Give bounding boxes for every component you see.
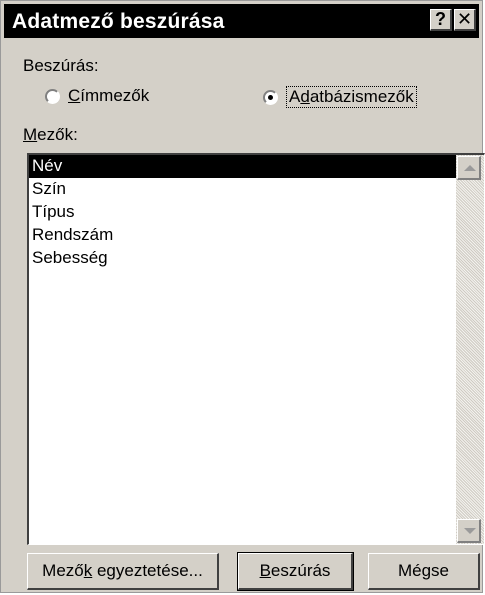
close-icon[interactable]: ✕ xyxy=(454,9,476,31)
arrow-up-icon xyxy=(464,165,476,171)
title-bar: Adatmező beszúrása ? ✕ xyxy=(4,4,479,38)
fields-listbox[interactable]: Név Szín Típus Rendszám Sebesség xyxy=(27,153,485,545)
insert-group-label: Beszúrás: xyxy=(23,56,99,75)
vertical-scrollbar[interactable] xyxy=(456,155,484,544)
radio-address-fields[interactable]: Címmezők xyxy=(45,86,149,106)
list-item[interactable]: Rendszám xyxy=(29,224,456,247)
scroll-up-button[interactable] xyxy=(457,156,481,180)
radio-button[interactable] xyxy=(45,88,60,104)
dialog-title: Adatmező beszúrása xyxy=(12,10,225,33)
help-icon[interactable]: ? xyxy=(430,9,452,31)
radio-database-fields[interactable]: Adatbázismezők xyxy=(263,86,417,108)
list-item[interactable]: Típus xyxy=(29,201,456,224)
match-fields-button[interactable]: Mezők egyeztetése... xyxy=(27,553,219,590)
arrow-down-icon xyxy=(464,528,476,534)
insert-button[interactable]: Beszúrás xyxy=(237,552,354,591)
insert-field-dialog: Adatmező beszúrása ? ✕ Beszúrás: Címmező… xyxy=(0,0,485,593)
fields-list: Név Szín Típus Rendszám Sebesség xyxy=(29,155,456,270)
radio-database-fields-label: Adatbázismezők xyxy=(286,86,417,108)
fields-label: Mezők: xyxy=(23,125,78,144)
scroll-down-button[interactable] xyxy=(457,519,481,543)
radio-button-checked[interactable] xyxy=(263,89,278,105)
cancel-button[interactable]: Mégse xyxy=(368,553,480,590)
list-item[interactable]: Szín xyxy=(29,178,456,201)
radio-address-fields-label: Címmezők xyxy=(68,86,150,105)
list-item[interactable]: Sebesség xyxy=(29,247,456,270)
list-item[interactable]: Név xyxy=(29,155,456,178)
